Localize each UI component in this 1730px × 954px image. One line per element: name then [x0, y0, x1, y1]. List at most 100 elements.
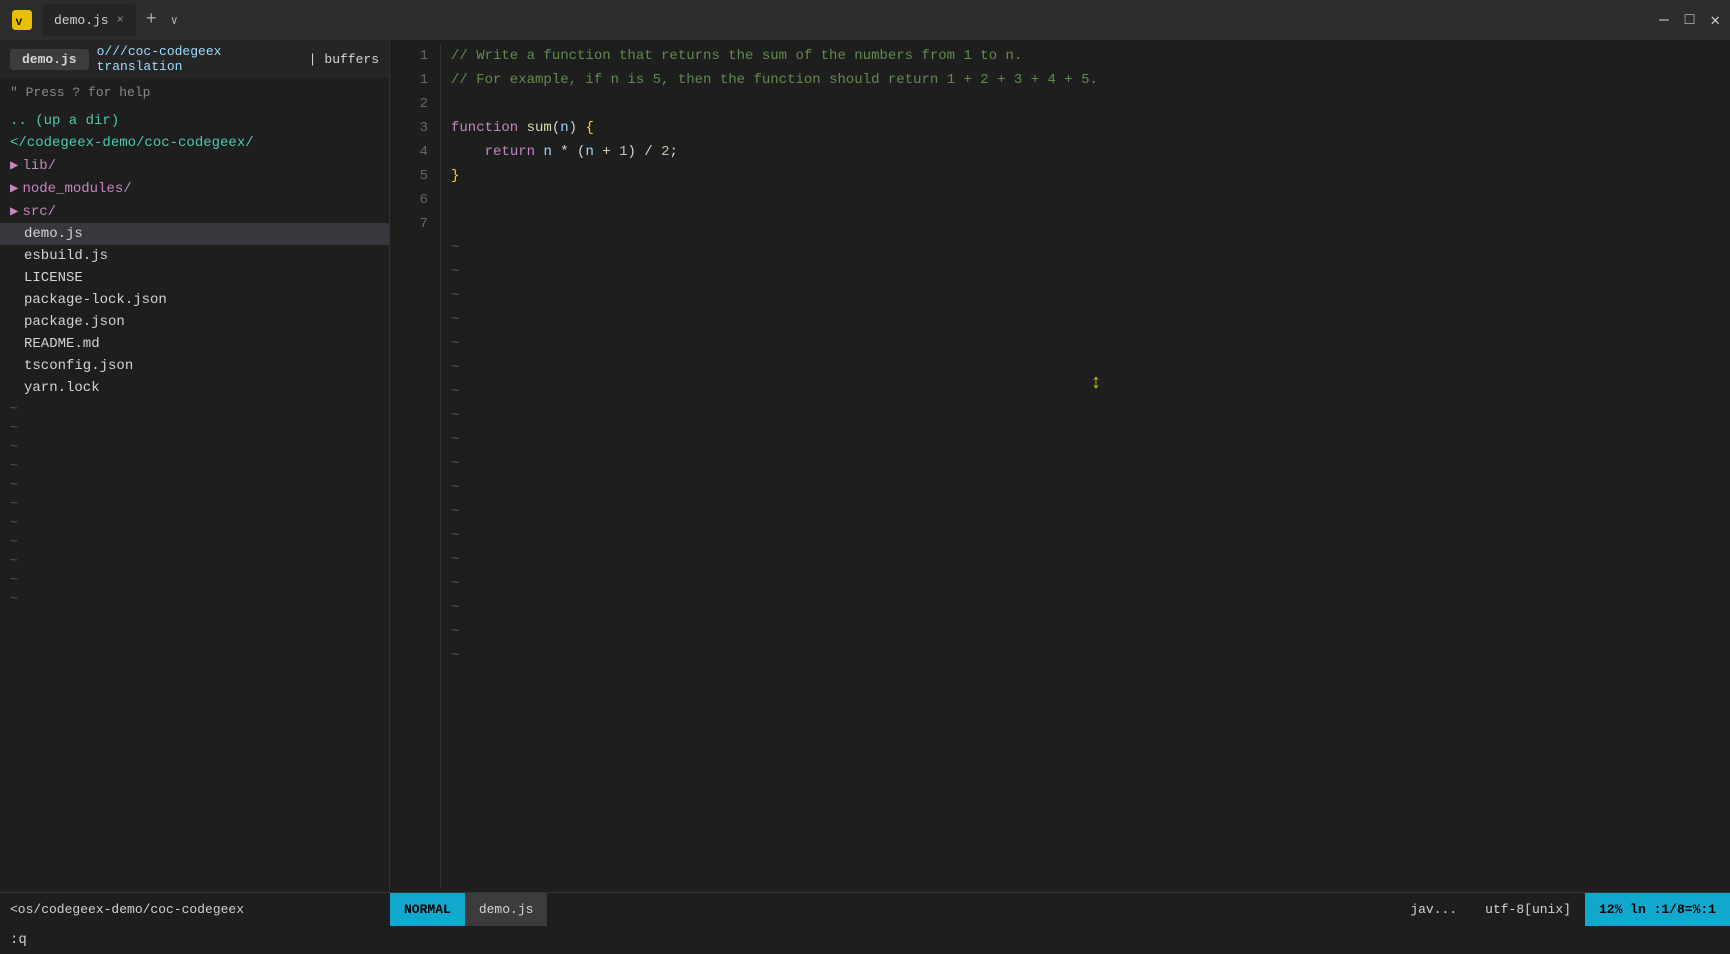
updir-label: .. (up a dir): [10, 113, 119, 129]
code-mult: * (: [552, 140, 586, 164]
linenum-t2: [390, 260, 428, 284]
code-line-7: [451, 188, 1720, 212]
file-packagejson-label: package.json: [24, 314, 125, 330]
code-plus: +: [594, 140, 619, 164]
tree-item-demojs[interactable]: demo.js: [0, 223, 389, 245]
close-button[interactable]: ✕: [1710, 10, 1720, 30]
tree-item-updir[interactable]: .. (up a dir): [0, 110, 389, 132]
code-div: ) /: [627, 140, 661, 164]
tab-close-button[interactable]: ×: [117, 13, 124, 27]
linenum-t14: [390, 548, 428, 572]
rootdir-label: </codegeex-demo/coc-codegeex/: [10, 135, 254, 151]
editor-tilde-6: ~: [451, 356, 1720, 380]
code-space1: [518, 116, 526, 140]
code-comment-2c: the function should return 1 + 2 + 3 + 4…: [711, 68, 1097, 92]
tilde-5: ~: [0, 475, 389, 494]
code-area: // Write a function that returns the sum…: [441, 44, 1730, 888]
status-mode: NORMAL: [390, 893, 465, 926]
tree-item-lib[interactable]: ▶ lib/: [0, 154, 389, 177]
file-tree: .. (up a dir) </codegeex-demo/coc-codege…: [0, 106, 389, 892]
editor-tilde-5: ~: [451, 332, 1720, 356]
linenum-t4: [390, 308, 428, 332]
linenum-t10: [390, 452, 428, 476]
tree-item-yarnlock[interactable]: yarn.lock: [0, 377, 389, 399]
dir-src-label: src/: [22, 204, 56, 220]
linenum-t18: [390, 644, 428, 668]
file-packagelock-label: package-lock.json: [24, 292, 167, 308]
linenum-t8: [390, 404, 428, 428]
code-semi: ;: [670, 140, 678, 164]
editor-tilde-7: ~: [451, 380, 1720, 404]
var-n1: n: [543, 140, 551, 164]
status-right: NORMAL demo.js jav... utf-8[unix] 12% ln…: [390, 893, 1730, 926]
tab-demo-js[interactable]: demo.js ×: [42, 4, 136, 36]
tree-item-readme[interactable]: README.md: [0, 333, 389, 355]
tilde-7: ~: [0, 513, 389, 532]
editor-tilde-15: ~: [451, 572, 1720, 596]
sidebar-hint: " Press ? for help: [0, 78, 389, 106]
editor-tilde-13: ~: [451, 524, 1720, 548]
linenum-t12: [390, 500, 428, 524]
code-comment-1: // Write a function that returns the sum…: [451, 44, 1022, 68]
editor-tilde-14: ~: [451, 548, 1720, 572]
linenum-4: 3: [390, 116, 428, 140]
minimize-button[interactable]: —: [1659, 11, 1669, 29]
status-filename: demo.js: [465, 893, 548, 926]
linenum-t5: [390, 332, 428, 356]
command-text: :q: [10, 932, 27, 948]
linenum-t15: [390, 572, 428, 596]
tilde-11: ~: [0, 589, 389, 608]
dir-nodemodules-label: node_modules/: [22, 181, 131, 197]
hint-text: " Press ? for help: [10, 85, 150, 100]
editor-tilde-3: ~: [451, 284, 1720, 308]
editor-tilde-9: ~: [451, 428, 1720, 452]
tilde-1: ~: [0, 399, 389, 418]
status-filetype: jav...: [1396, 902, 1471, 917]
linenum-t9: [390, 428, 428, 452]
tree-item-src[interactable]: ▶ src/: [0, 200, 389, 223]
buffers-label: buffers: [324, 52, 379, 67]
tree-item-license[interactable]: LICENSE: [0, 267, 389, 289]
maximize-button[interactable]: □: [1685, 11, 1695, 29]
arrow-lib: ▶: [10, 157, 18, 174]
tab-label: demo.js: [54, 13, 109, 28]
editor[interactable]: 1 1 2 3 4 5 6 7: [390, 40, 1730, 892]
linenum-t1: [390, 236, 428, 260]
tree-item-packagejson[interactable]: package.json: [0, 311, 389, 333]
status-left-path: <os/codegeex-demo/coc-codegeex: [0, 902, 390, 917]
sidebar: demo.js o///coc-codegeex translation | b…: [0, 40, 390, 892]
tree-item-packagelock[interactable]: package-lock.json: [0, 289, 389, 311]
linenum-2: 1: [390, 68, 428, 92]
sidebar-file-tab: demo.js: [10, 49, 89, 70]
linenum-t13: [390, 524, 428, 548]
num-2: 2: [661, 140, 669, 164]
var-n2: n: [585, 140, 593, 164]
tree-item-esbuildjs[interactable]: esbuild.js: [0, 245, 389, 267]
arrow-src: ▶: [10, 203, 18, 220]
fn-sum: sum: [527, 116, 552, 140]
tab-dropdown-button[interactable]: ∨: [167, 13, 182, 28]
tree-item-tsconfig[interactable]: tsconfig.json: [0, 355, 389, 377]
linenum-6: 5: [390, 164, 428, 188]
file-demojs-label: demo.js: [24, 226, 83, 242]
param-n: n: [560, 116, 568, 140]
editor-tilde-17: ~: [451, 620, 1720, 644]
linenum-t17: [390, 620, 428, 644]
editor-content: 1 1 2 3 4 5 6 7: [390, 40, 1730, 892]
new-tab-button[interactable]: +: [140, 10, 163, 30]
linenum-t6: [390, 356, 428, 380]
code-paren1: (: [552, 116, 560, 140]
editor-tilde-8: ~: [451, 404, 1720, 428]
tab-bar: demo.js × + ∨: [42, 4, 1651, 36]
tree-item-nodemodules[interactable]: ▶ node_modules/: [0, 177, 389, 200]
tilde-3: ~: [0, 437, 389, 456]
window-controls: — □ ✕: [1659, 10, 1720, 30]
file-readme-label: README.md: [24, 336, 100, 352]
tilde-2: ~: [0, 418, 389, 437]
sidebar-path: o///coc-codegeex translation: [97, 44, 301, 74]
main-container: demo.js o///coc-codegeex translation | b…: [0, 40, 1730, 892]
status-path-text: <os/codegeex-demo/coc-codegeex: [10, 902, 244, 917]
code-line-3: [451, 92, 1720, 116]
code-brace2: }: [451, 164, 459, 188]
editor-tilde-12: ~: [451, 500, 1720, 524]
